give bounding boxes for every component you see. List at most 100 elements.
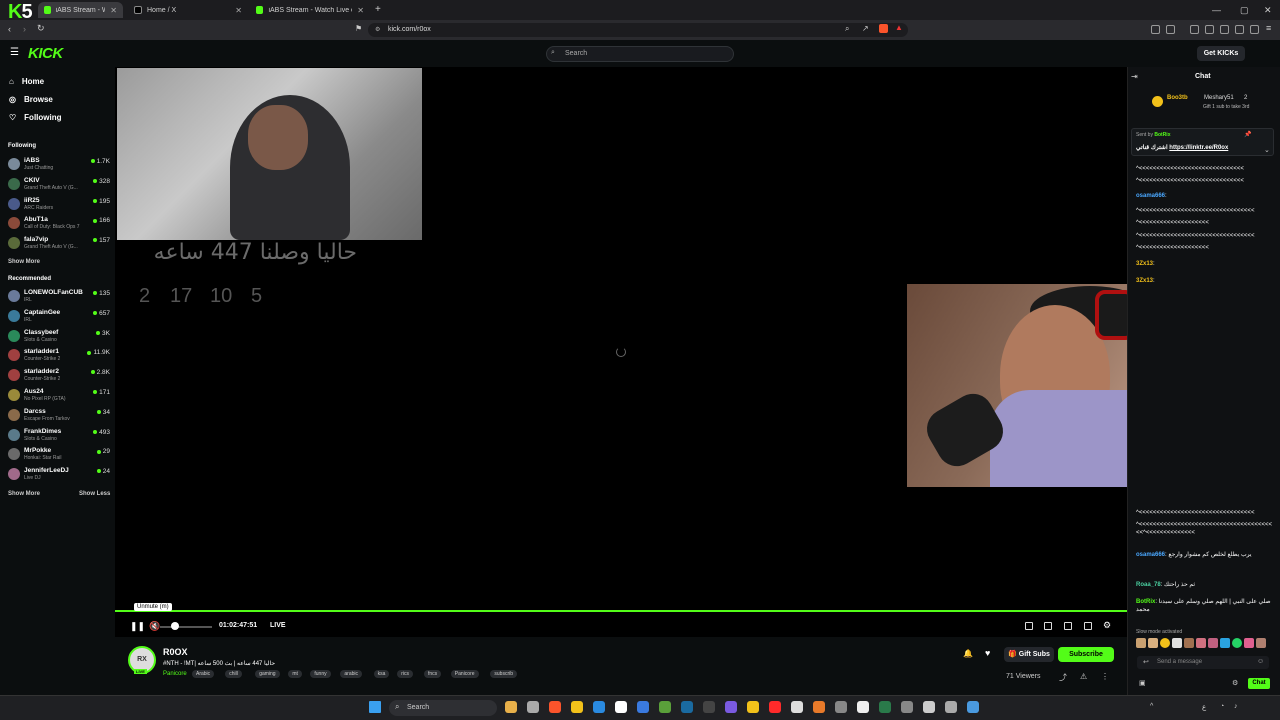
sidebar-toggle-icon[interactable] — [1205, 25, 1214, 34]
chat-message[interactable]: Roaa_78: ثم حذ راحتك — [1136, 581, 1272, 589]
tab-kick-1[interactable]: iABS Stream - Watch Live on Kick✕ — [38, 2, 123, 18]
channel-row[interactable]: JenniferLeeDJ Live DJ 24 — [8, 466, 110, 484]
report-icon[interactable]: ⚠ — [1080, 672, 1087, 681]
bell-icon[interactable]: 🔔 — [963, 649, 973, 658]
chat-username[interactable]: 3Zx13 — [1136, 278, 1153, 284]
channel-row[interactable]: AbuT1a Call of Duty: Black Ops 7 166 — [8, 215, 110, 233]
volume-icon[interactable]: ♪ — [1234, 703, 1238, 710]
chat-username[interactable]: BotRix — [1136, 599, 1155, 605]
app-icon[interactable] — [747, 701, 759, 713]
stream-tag[interactable]: rics — [397, 670, 413, 678]
nav-following[interactable]: ♡ Following — [9, 113, 62, 122]
stream-tag[interactable]: chill — [225, 670, 242, 678]
discord-icon[interactable] — [725, 701, 737, 713]
show-more-following[interactable]: Show More — [8, 259, 40, 265]
follow-heart-icon[interactable]: ♥ — [985, 648, 990, 658]
extension-icon[interactable] — [1151, 25, 1160, 34]
stream-tag[interactable]: Panicore — [450, 670, 479, 678]
close-tab-icon[interactable]: ✕ — [110, 6, 117, 15]
chat-username[interactable]: 3Zx13 — [1136, 261, 1153, 267]
site-info-icon[interactable]: ⚙ — [375, 26, 380, 33]
store-icon[interactable] — [637, 701, 649, 713]
get-kicks-button[interactable]: Get KICKs — [1197, 46, 1245, 61]
live-indicator[interactable]: LIVE — [270, 622, 286, 629]
url-field[interactable]: kick.com/r0ox — [368, 23, 908, 37]
emote-icon[interactable] — [1184, 638, 1194, 648]
app-icon[interactable] — [901, 701, 913, 713]
minimize-icon[interactable]: — — [1212, 5, 1221, 15]
close-window-icon[interactable]: ✕ — [1264, 5, 1272, 16]
fullscreen-icon[interactable] — [1084, 622, 1092, 630]
gift-chat-icon[interactable]: ▣ — [1139, 679, 1146, 687]
emote-icon[interactable] — [1136, 638, 1146, 648]
stream-tag[interactable]: fncs — [424, 670, 442, 678]
close-tab-icon[interactable]: ✕ — [357, 6, 364, 15]
language-indicator[interactable]: ع — [1202, 703, 1206, 711]
terminal-icon[interactable] — [703, 701, 715, 713]
app-icon[interactable] — [813, 701, 825, 713]
show-more-recommended[interactable]: Show More — [8, 491, 40, 497]
task-view-icon[interactable] — [527, 701, 539, 713]
channel-row[interactable]: iiR25 ARC Raiders 195 — [8, 196, 110, 214]
widget-icon[interactable] — [505, 701, 517, 713]
notepad-icon[interactable] — [615, 701, 627, 713]
channel-row[interactable]: CKIV Grand Theft Auto V (G... 328 — [8, 176, 110, 194]
emote-icon[interactable] — [1244, 638, 1254, 648]
channel-row[interactable]: FrankDimes Slots & Casino 493 — [8, 427, 110, 445]
collapse-chat-icon[interactable]: ⇥ — [1131, 72, 1138, 81]
youtube-icon[interactable] — [769, 701, 781, 713]
emote-icon[interactable] — [1148, 638, 1158, 648]
chat-message[interactable]: ^<<<<<<<<<<<<<<<<<<<< — [1136, 219, 1272, 227]
bookmark-icon[interactable]: ⚑ — [355, 24, 362, 33]
send-chat-button[interactable]: Chat — [1248, 678, 1270, 689]
chat-message[interactable]: osama666: — [1136, 192, 1272, 200]
emote-icon[interactable] — [1208, 638, 1218, 648]
shield-icon[interactable] — [1250, 25, 1259, 34]
emote-icon[interactable] — [1172, 638, 1182, 648]
more-options-icon[interactable]: ⋮ — [1101, 672, 1109, 681]
channel-row[interactable]: CaptainGee IRL 657 — [8, 308, 110, 326]
volume-slider[interactable] — [160, 626, 212, 628]
new-tab-icon[interactable]: + — [375, 4, 381, 15]
brave-icon[interactable] — [549, 701, 561, 713]
tray-chevron-icon[interactable]: ^ — [1150, 703, 1153, 710]
brave-rewards-icon[interactable]: ▲ — [895, 23, 903, 32]
stream-tag[interactable]: subscrib — [490, 670, 518, 678]
app-icon[interactable] — [967, 701, 979, 713]
channel-row[interactable]: Aus24 No Pixel RP (GTA) 171 — [8, 387, 110, 405]
chat-message[interactable]: ^<<<<<<<<<<<<<<<<<<<< — [1136, 244, 1272, 252]
channel-row[interactable]: LONEWOLFanCUB IRL 135 — [8, 288, 110, 306]
zoom-icon[interactable]: ⌕ — [845, 24, 849, 34]
emoji-icon[interactable]: ☺ — [1257, 658, 1264, 665]
chat-username[interactable]: Roaa_78 — [1136, 582, 1161, 588]
chat-message-input[interactable]: Send a message — [1137, 656, 1269, 669]
vpn-icon[interactable] — [1235, 25, 1244, 34]
app-icon[interactable] — [835, 701, 847, 713]
search-input[interactable]: Search — [546, 46, 734, 62]
clip-icon[interactable] — [1044, 622, 1052, 630]
show-less-recommended[interactable]: Show Less — [79, 491, 110, 497]
stream-category[interactable]: Panicore — [163, 671, 187, 677]
share-icon[interactable]: ⤴ — [1059, 672, 1067, 683]
chat-settings-icon[interactable]: ⚙ — [1232, 679, 1238, 687]
hamburger-icon[interactable]: ☰ — [10, 47, 19, 58]
channel-name[interactable]: R0OX — [163, 647, 188, 657]
pin-icon[interactable]: 📌 — [1244, 131, 1251, 138]
pause-icon[interactable]: ❚❚ — [130, 621, 145, 632]
channel-row[interactable]: MrPokke Honkai: Star Rail 29 — [8, 446, 110, 464]
app-icon[interactable] — [857, 701, 869, 713]
tab-kick-2[interactable]: iABS Stream - Watch Live on Kick✕ — [250, 2, 370, 18]
emote-row[interactable] — [1136, 638, 1270, 650]
stream-tag[interactable]: Arabic — [192, 670, 215, 678]
settings-gear-icon[interactable]: ⚙ — [1103, 620, 1111, 631]
app-icon[interactable] — [923, 701, 935, 713]
share-icon[interactable]: ↗ — [862, 24, 869, 33]
wallet-icon[interactable] — [1220, 25, 1229, 34]
windows-start-icon[interactable] — [369, 701, 381, 713]
stream-tag[interactable]: ksa — [373, 670, 390, 678]
channel-row[interactable]: starladder1 Counter-Strike 2 11.9K — [8, 347, 110, 365]
reply-icon[interactable]: ↩ — [1143, 658, 1149, 666]
channel-row[interactable]: fala7vip Grand Theft Auto V (G... 157 — [8, 235, 110, 253]
kick-logo[interactable]: KICK — [28, 45, 63, 62]
network-icon[interactable]: ◔ — [1220, 703, 1224, 710]
